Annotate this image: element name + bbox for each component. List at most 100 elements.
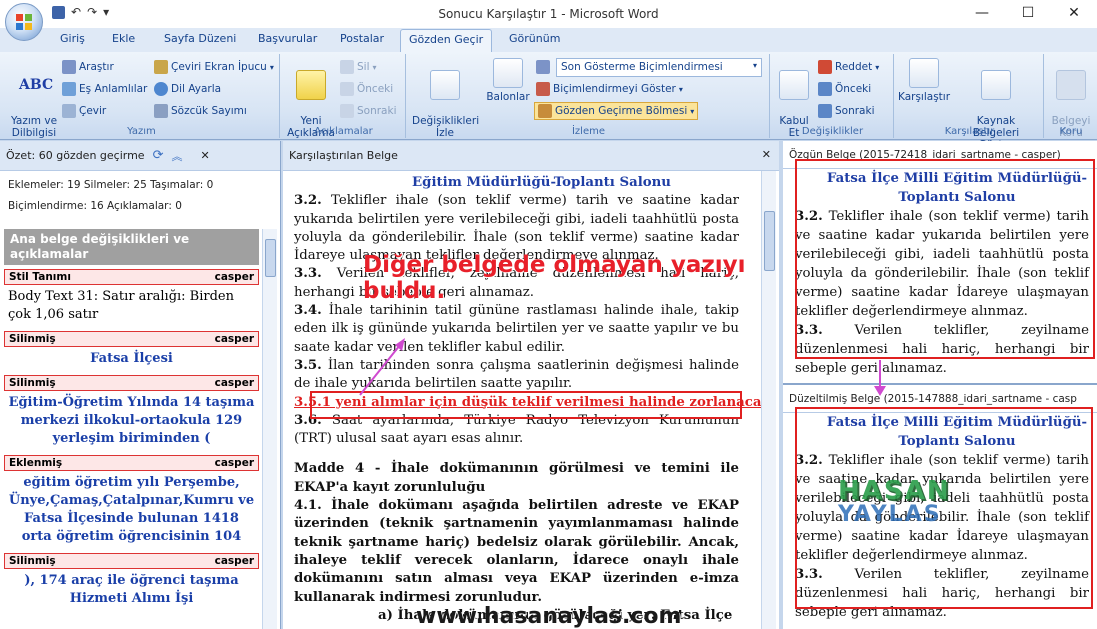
chevron-down-icon: ▾ xyxy=(372,62,377,72)
revision-item-text[interactable]: Fatsa İlçesi xyxy=(4,347,259,371)
tab-basvurular[interactable]: Başvurular xyxy=(258,32,317,45)
show-source-button[interactable]: Kaynak Belgeleri Göster xyxy=(952,58,1040,151)
group-koru: Belgeyi Koru Koru xyxy=(1046,54,1096,139)
revision-item-text[interactable]: Body Text 31: Satır aralığı: Birden çok … xyxy=(4,285,259,327)
next-comment-icon xyxy=(340,104,354,118)
p32-number: 3.2. xyxy=(294,193,322,209)
office-button[interactable] xyxy=(5,3,43,41)
revision-item-header[interactable]: Eklenmiş casper xyxy=(4,455,259,471)
maximize-button[interactable]: ☐ xyxy=(1005,0,1051,26)
thesaurus-label: Eş Anlamlılar xyxy=(79,83,148,95)
next-comment-label: Sonraki xyxy=(357,105,397,117)
language-button[interactable]: Dil Ayarla xyxy=(154,82,221,96)
reviewing-pane-header: Özet: 60 gözden geçirme ⟳ ︽ ✕ xyxy=(0,141,280,171)
watermark-logo-bottom: YAYLAS xyxy=(838,502,942,527)
accept-icon xyxy=(779,70,809,100)
office-logo-icon xyxy=(16,14,32,30)
revision-type: Silinmiş xyxy=(9,377,56,389)
prev-comment-icon xyxy=(340,82,354,96)
collapse-icon[interactable]: ︽ xyxy=(172,148,183,164)
thesaurus-button[interactable]: Eş Anlamlılar xyxy=(62,82,147,96)
revision-item-header[interactable]: Silinmiş casper xyxy=(4,375,259,391)
revision-type: Silinmiş xyxy=(9,555,56,567)
next-comment-button[interactable]: Sonraki xyxy=(340,104,397,118)
balloons-button[interactable]: Balonlar xyxy=(484,58,532,103)
group-aciklamalar: Yeni Açıklama Sil ▾ Önceki Sonraki Açıkla… xyxy=(282,54,406,139)
revision-item-header[interactable]: Silinmiş casper xyxy=(4,331,259,347)
compared-p34: 3.4. İhale tarihinin tatil gününe rastla… xyxy=(294,302,739,357)
tab-ekle[interactable]: Ekle xyxy=(112,32,135,45)
translate-icon xyxy=(62,104,76,118)
madde4-heading: Madde 4 - İhale dokümanının görülmesi ve… xyxy=(294,461,739,495)
display-icon xyxy=(536,60,550,74)
compared-document-header: Karşılaştırılan Belge ✕ xyxy=(283,141,779,171)
compared-p35: 3.5. İlan tarihinden sonra çalışma saatl… xyxy=(294,357,739,394)
revision-type: Stil Tanımı xyxy=(9,271,71,283)
wordcount-icon xyxy=(154,104,168,118)
wordcount-label: Sözcük Sayımı xyxy=(171,105,247,117)
close-icon[interactable]: ✕ xyxy=(762,148,771,161)
revision-item-header[interactable]: Silinmiş casper xyxy=(4,553,259,569)
refresh-icon[interactable]: ⟳ xyxy=(153,148,164,163)
minimize-button[interactable]: — xyxy=(959,0,1005,26)
group-yazim: ABC Yazım ve Dilbilgisi Araştır Eş Anlam… xyxy=(4,54,280,139)
source-documents-pane: Özgün Belge (2015-72418_idari_sartname -… xyxy=(783,141,1097,629)
p33-number: 3.3. xyxy=(294,266,322,282)
delete-comment-button[interactable]: Sil ▾ xyxy=(340,60,377,74)
close-icon[interactable]: ✕ xyxy=(201,149,210,162)
next-change-label: Sonraki xyxy=(835,105,875,117)
revision-item-text[interactable]: eğitim öğretim yılı Perşembe, Ünye,Çamaş… xyxy=(4,471,259,549)
close-button[interactable]: ✕ xyxy=(1051,0,1097,26)
tab-postalar[interactable]: Postalar xyxy=(340,32,384,45)
revision-author: casper xyxy=(214,555,254,567)
wordcount-button[interactable]: Sözcük Sayımı xyxy=(154,104,247,118)
translate-tip-button[interactable]: Çeviri Ekran İpucu ▾ xyxy=(154,60,274,74)
revision-author: casper xyxy=(214,333,254,345)
ribbon-tabs: Giriş Ekle Sayfa Düzeni Başvurular Posta… xyxy=(0,28,1097,52)
tab-gorunum[interactable]: Görünüm xyxy=(509,32,560,45)
tab-gozden-gecir[interactable]: Gözden Geçir xyxy=(400,29,493,52)
chevron-down-icon: ▾ xyxy=(678,84,683,94)
annotation-text: Diğer belgede olmayan yazıyı buldu. xyxy=(363,252,746,304)
research-button[interactable]: Araştır xyxy=(62,60,114,74)
show-source-icon xyxy=(981,70,1011,100)
prev-comment-button[interactable]: Önceki xyxy=(340,82,393,96)
review-pane-label: Gözden Geçirme Bölmesi xyxy=(555,105,688,117)
translate-button[interactable]: Çevir xyxy=(62,104,106,118)
window-title: Sonucu Karşılaştır 1 - Microsoft Word xyxy=(438,7,659,21)
thesaurus-icon xyxy=(62,82,76,96)
chevron-down-icon: ▾ xyxy=(752,61,757,70)
revision-author: casper xyxy=(214,377,254,389)
revision-list: Ana belge değişiklikleri ve açıklamalar … xyxy=(4,229,259,629)
display-mode-select[interactable]: Son Gösterme Biçimlendirmesi ▾ xyxy=(556,58,762,77)
show-markup-button[interactable]: Biçimlendirmeyi Göster ▾ xyxy=(536,82,683,96)
review-stats-line1: Eklemeler: 19 Silmeler: 25 Taşımalar: 0 xyxy=(8,179,214,191)
group-izleme: Değişiklikleri İzle Balonlar Son Gösterm… xyxy=(408,54,770,139)
highlight-box xyxy=(795,159,1095,359)
revision-item-text[interactable]: ), 174 araç ile öğrenci taşıma Hizmeti A… xyxy=(4,569,259,611)
compare-icon xyxy=(909,58,939,88)
scrollbar-thumb[interactable] xyxy=(265,239,276,277)
next-change-button[interactable]: Sonraki xyxy=(818,104,875,118)
revision-item-text[interactable]: Eğitim-Öğretim Yılında 14 taşıma merkezi… xyxy=(4,391,259,451)
revision-item-header[interactable]: Stil Tanımı casper xyxy=(4,269,259,285)
p35-number: 3.5. xyxy=(294,357,322,373)
abc-spelling-icon: ABC xyxy=(19,77,54,93)
reject-button[interactable]: Reddet ▾ xyxy=(818,60,879,74)
highlight-box xyxy=(310,391,742,419)
compared-document-scrollbar[interactable] xyxy=(761,171,776,629)
tab-sayfa-duzeni[interactable]: Sayfa Düzeni xyxy=(164,32,236,45)
title-bar: ↶ ↷ ▾ Sonucu Karşılaştır 1 - Microsoft W… xyxy=(0,0,1097,28)
show-markup-icon xyxy=(536,82,550,96)
reviewing-pane-scrollbar[interactable] xyxy=(262,229,277,629)
prev-change-button[interactable]: Önceki xyxy=(818,82,871,96)
group-label-yazim: Yazım xyxy=(127,126,156,137)
review-pane-button[interactable]: Gözden Geçirme Bölmesi ▾ xyxy=(534,102,699,120)
research-icon xyxy=(62,60,76,74)
group-label-degisiklikler: Değişiklikler xyxy=(801,126,864,137)
prev-change-label: Önceki xyxy=(835,83,872,95)
tab-giris[interactable]: Giriş xyxy=(60,32,85,45)
compare-button[interactable]: Karşılaştır xyxy=(898,58,950,103)
compared-heading: Eğitim Müdürlüğü-Toplantı Salonu xyxy=(412,175,671,190)
review-stats-line2: Biçimlendirme: 16 Açıklamalar: 0 xyxy=(8,200,182,212)
